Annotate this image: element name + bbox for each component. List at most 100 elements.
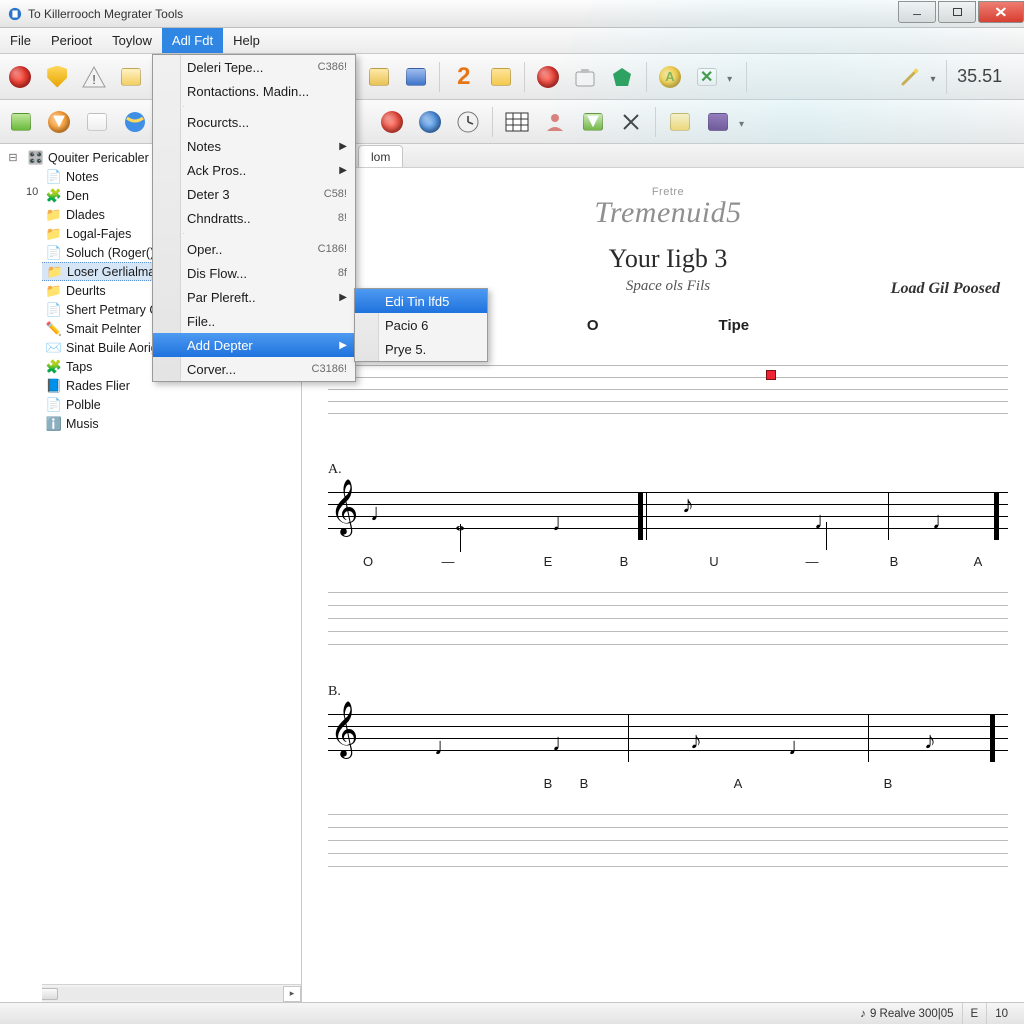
submenuitem-pacio-6[interactable]: Pacio 6 [355, 313, 487, 337]
grid-icon[interactable] [500, 105, 534, 139]
tree-label: Den [66, 189, 89, 203]
staff-b[interactable]: 𝄞 ♩ ♩ ♪ ♩ ♪ [328, 706, 1008, 770]
sidebar-scrollbar[interactable]: ◂ 10 ▸ [0, 984, 301, 1002]
statusbar: ♪ 9 Realve 300|05 E 10 [0, 1002, 1024, 1024]
menuitem-oper-[interactable]: Oper..C186! [153, 237, 355, 261]
tab-b[interactable] [328, 802, 1008, 868]
toolbar-readout: 35.51 [946, 60, 1012, 94]
menuitem-chndratts-[interactable]: Chndratts..8! [153, 206, 355, 230]
tree-icon: ✏️ [46, 321, 62, 337]
menuitem-deleri-tepe-[interactable]: Deleri Tepe...C386! [153, 55, 355, 79]
menuitem-ack-pros-[interactable]: Ack Pros..▶ [153, 158, 355, 182]
menuitem-add-depter[interactable]: Add Depter▶ [153, 333, 355, 357]
menu-toylow[interactable]: Toylow [102, 28, 162, 53]
clock-icon[interactable] [451, 105, 485, 139]
tree-icon: 🧩 [46, 359, 62, 375]
staff-a[interactable]: 𝄞 ♩ 𝅝 ♩ ♪ ♩ ♩ [328, 484, 1008, 548]
two-icon[interactable]: 2 [447, 60, 480, 94]
dropdown-submenu: Edi Tin lfd5Pacio 6Prye 5. [354, 288, 488, 362]
col-tipe: Tipe [719, 317, 750, 334]
menuitem-corver-[interactable]: Corver...C3186! [153, 357, 355, 381]
col-o: O [587, 317, 599, 334]
menu-perioot[interactable]: Perioot [41, 28, 102, 53]
tab-lom[interactable]: lom [358, 145, 403, 167]
browser-icon[interactable] [118, 105, 152, 139]
download-green-icon[interactable]: ▼ [576, 105, 610, 139]
lyric: E [544, 554, 553, 569]
section-b-label: B. [328, 684, 1008, 700]
window-titlebar: To Killerrooch Megrater Tools ─ ✕ [0, 0, 1024, 28]
lyrics-b: BBAB [328, 776, 1008, 794]
panel-icon[interactable] [400, 60, 433, 94]
status-page: 10 [986, 1003, 1016, 1024]
menu-adl fdt[interactable]: Adl Fdt [162, 28, 223, 53]
menuitem-rocurcts-[interactable]: Rocurcts... [153, 110, 355, 134]
tree-label: Taps [66, 360, 92, 374]
lyric: O [363, 554, 373, 569]
submenuitem-prye-5-[interactable]: Prye 5. [355, 337, 487, 361]
tools-icon[interactable] [614, 105, 648, 139]
menuitem-dis-flow-[interactable]: Dis Flow...8f [153, 261, 355, 285]
tree-icon: 📁 [46, 207, 62, 223]
tree-label: Dlades [66, 208, 105, 222]
wand-dropdown[interactable]: ▾ [931, 68, 943, 85]
camera-icon[interactable] [701, 105, 735, 139]
warning-icon[interactable]: ! [78, 60, 111, 94]
gem-icon[interactable] [606, 60, 639, 94]
menuitem-notes[interactable]: Notes▶ [153, 134, 355, 158]
tree-label: Rades Flier [66, 379, 130, 393]
toolbar-dropdown[interactable]: ▾ [727, 68, 739, 85]
red-orb-icon[interactable] [532, 60, 565, 94]
toolbar2-dropdown[interactable]: ▾ [739, 113, 751, 130]
tab-a[interactable] [328, 580, 1008, 646]
menuitem-file-[interactable]: File.. [153, 309, 355, 333]
tree-item-polble[interactable]: 📄Polble [2, 395, 301, 414]
user-icon[interactable] [538, 105, 572, 139]
globe-icon[interactable] [413, 105, 447, 139]
lyric: B [890, 554, 899, 569]
minimize-button[interactable]: ─ [898, 1, 936, 23]
doc-yellow-icon[interactable] [663, 105, 697, 139]
bag-icon[interactable] [569, 60, 602, 94]
lyric: U [709, 554, 718, 569]
badge-icon[interactable] [41, 60, 74, 94]
a-badge-icon[interactable]: A [653, 60, 686, 94]
scroll-right-icon[interactable]: ▸ [283, 986, 301, 1002]
app-icon [8, 7, 22, 21]
lyrics-a: O—EBU—BA [328, 554, 1008, 572]
dropdown-menu: Deleri Tepe...C386!Rontactions. Madin...… [152, 54, 356, 382]
delete-icon[interactable]: ✕ [690, 60, 723, 94]
menu-help[interactable]: Help [223, 28, 270, 53]
red-disc-icon[interactable] [375, 105, 409, 139]
wand-icon[interactable] [894, 60, 927, 94]
maximize-button[interactable] [938, 1, 976, 23]
close-button[interactable]: ✕ [978, 1, 1024, 23]
treble-clef-icon: 𝄞 [330, 702, 358, 758]
folder-icon[interactable] [114, 60, 147, 94]
menuitem-par-plereft-[interactable]: Par Plereft..▶ [153, 285, 355, 309]
record-icon[interactable] [4, 60, 37, 94]
lyric: A [974, 554, 983, 569]
status-realve: ♪ 9 Realve 300|05 [852, 1003, 961, 1024]
section-a: A. 𝄞 ♩ 𝅝 ♩ ♪ ♩ ♩ O—EBU—BA [328, 462, 1008, 646]
menuitem-rontactions-madin-[interactable]: Rontactions. Madin... [153, 79, 355, 103]
document-tabs: lom [302, 144, 1024, 168]
tree-item-musis[interactable]: ℹ️Musis [2, 414, 301, 433]
menuitem-deter-3[interactable]: Deter 3C58! [153, 182, 355, 206]
window-title: To Killerrooch Megrater Tools [0, 7, 183, 21]
submenuitem-edi-tin-lfd5[interactable]: Edi Tin lfd5 [355, 289, 487, 313]
lyric: B [544, 776, 553, 791]
credit-card-icon[interactable] [484, 60, 517, 94]
download-icon[interactable]: ▼ [42, 105, 76, 139]
tree-icon: 📄 [46, 245, 62, 261]
section-b: B. 𝄞 ♩ ♩ ♪ ♩ ♪ BBAB [328, 684, 1008, 868]
cursor-marker[interactable] [766, 370, 776, 380]
clipboard-icon[interactable] [363, 60, 396, 94]
box-green-icon[interactable] [4, 105, 38, 139]
tree-label: Deurlts [66, 284, 106, 298]
intro-tab-lines [328, 354, 1008, 424]
lyric: — [806, 554, 819, 569]
tree-icon: 🧩 [46, 188, 62, 204]
card-icon[interactable] [80, 105, 114, 139]
menu-file[interactable]: File [0, 28, 41, 53]
